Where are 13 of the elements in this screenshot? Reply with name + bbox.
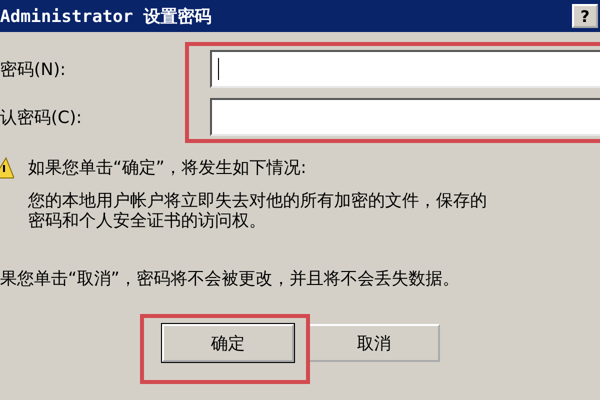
help-button[interactable]: ? [572, 4, 598, 28]
warning-heading: 如果您单击“确定”，将发生如下情况: [28, 158, 308, 179]
ok-button[interactable]: 确定 [162, 324, 294, 362]
cancel-button[interactable]: 取消 [308, 324, 440, 362]
warning-icon [0, 156, 14, 180]
warning-text: 您的本地用户帐户将立即失去对他的所有加密的文件，保存的 [28, 191, 487, 211]
warning-text: 密码和个人安全证书的访问权。 [28, 211, 267, 231]
field-label: 认密码(C): [0, 106, 83, 128]
password-field[interactable] [210, 98, 600, 136]
cancel-note: 果您单击“取消”，密码将不会被更改，并且将不会丢失数据。 [0, 268, 461, 290]
field-label: 密码(N): [0, 58, 67, 80]
password-field[interactable] [210, 50, 600, 88]
window-title: Administrator 设置密码 [0, 6, 212, 28]
